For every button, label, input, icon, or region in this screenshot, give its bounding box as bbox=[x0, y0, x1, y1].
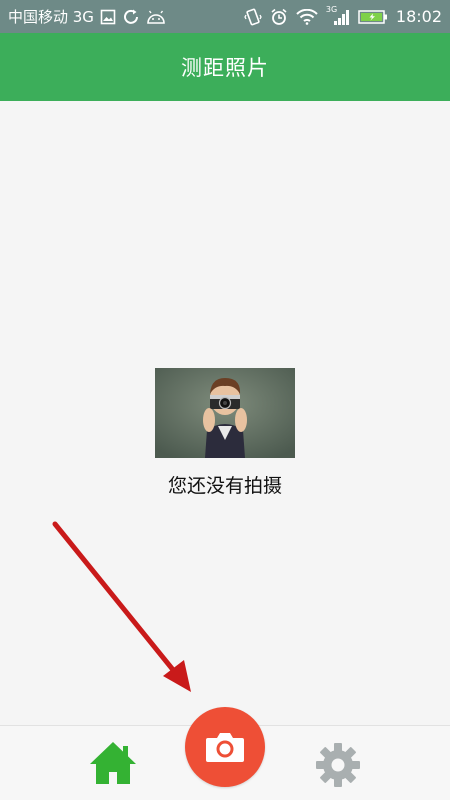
camera-icon bbox=[206, 733, 244, 762]
vibrate-icon bbox=[244, 8, 262, 26]
empty-state-image bbox=[155, 368, 295, 458]
alarm-icon bbox=[270, 8, 288, 26]
network-badge: 3G bbox=[325, 4, 338, 14]
home-button[interactable] bbox=[88, 740, 138, 786]
status-bar: 中国移动 3G 3G 18:02 bbox=[0, 0, 450, 33]
signal-icon: 3G bbox=[325, 4, 350, 26]
wifi-icon bbox=[296, 8, 318, 25]
status-clock: 18:02 bbox=[395, 7, 442, 26]
content-area: 您还没有拍摄 bbox=[0, 101, 450, 725]
carrier-label: 中国移动 3G bbox=[8, 8, 94, 26]
camera-button[interactable] bbox=[185, 707, 265, 787]
bottom-nav bbox=[0, 707, 450, 800]
image-icon bbox=[100, 9, 116, 25]
home-icon bbox=[90, 742, 136, 784]
gear-icon bbox=[316, 743, 360, 787]
sync-icon bbox=[122, 8, 140, 26]
page-title: 测距照片 bbox=[181, 56, 269, 80]
battery-icon bbox=[358, 9, 388, 25]
settings-button[interactable] bbox=[314, 741, 362, 789]
android-icon bbox=[146, 10, 166, 24]
app-bar: 测距照片 bbox=[0, 33, 450, 101]
empty-state-message: 您还没有拍摄 bbox=[167, 475, 282, 497]
